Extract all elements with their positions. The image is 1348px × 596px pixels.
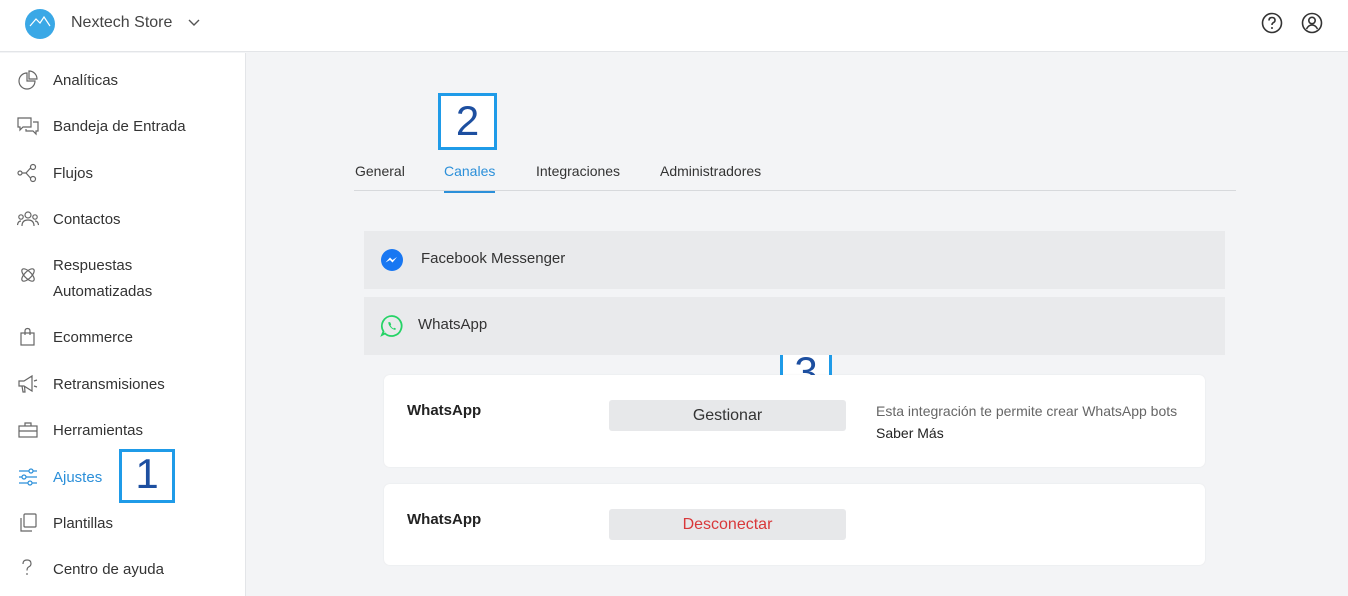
shopping-bag-icon bbox=[20, 327, 35, 346]
user-account-icon[interactable] bbox=[1301, 12, 1323, 34]
store-logo[interactable] bbox=[25, 9, 55, 39]
sidebar-item-label: Contactos bbox=[53, 211, 121, 228]
mountain-logo-icon bbox=[29, 15, 51, 27]
sidebar-item-label: Flujos bbox=[53, 165, 94, 182]
sidebar-item-ecommerce[interactable]: Ecommerce bbox=[0, 320, 245, 354]
flow-icon bbox=[17, 163, 37, 183]
settings-tabs: General Canales Integraciones Administra… bbox=[354, 150, 1236, 193]
sidebar-item-retransmisiones[interactable]: Retransmisiones bbox=[0, 367, 245, 401]
desconectar-button[interactable]: Desconectar bbox=[609, 509, 846, 540]
whatsapp-disconnect-card: WhatsApp Desconectar bbox=[384, 484, 1205, 565]
sidebar-item-plantillas[interactable]: Plantillas bbox=[0, 506, 245, 540]
sidebar-item-label: Retransmisiones bbox=[53, 376, 165, 393]
whatsapp-icon bbox=[380, 315, 403, 337]
card-title: WhatsApp bbox=[407, 402, 482, 419]
help-icon[interactable] bbox=[1261, 12, 1283, 34]
megaphone-icon bbox=[18, 374, 38, 393]
sidebar-item-bandeja[interactable]: Bandeja de Entrada bbox=[0, 109, 245, 143]
sidebar-item-analiticas[interactable]: Analíticas bbox=[0, 63, 245, 97]
atom-icon bbox=[21, 268, 35, 282]
channel-row-whatsapp[interactable]: WhatsApp bbox=[364, 297, 1225, 355]
chevron-down-icon[interactable] bbox=[187, 16, 201, 30]
sidebar-item-label-line2: Automatizadas bbox=[53, 283, 153, 300]
toolbox-icon bbox=[18, 422, 38, 438]
question-icon bbox=[22, 559, 32, 575]
tab-administradores[interactable]: Administradores bbox=[660, 163, 761, 191]
card-description: Esta integración te permite crear WhatsA… bbox=[876, 400, 1196, 444]
sidebar-item-label: Analíticas bbox=[53, 72, 119, 89]
sidebar-item-label: Respuestas bbox=[53, 257, 133, 274]
copy-icon bbox=[20, 513, 37, 532]
channel-row-messenger[interactable]: Facebook Messenger bbox=[364, 231, 1225, 289]
sidebar-item-label: Plantillas bbox=[53, 515, 114, 532]
annotation-badge-2: 2 bbox=[438, 93, 497, 150]
sidebar-item-label: Centro de ayuda bbox=[53, 561, 164, 578]
tab-integraciones[interactable]: Integraciones bbox=[536, 163, 620, 191]
gestionar-button[interactable]: Gestionar bbox=[609, 400, 846, 431]
tab-canales[interactable]: Canales bbox=[444, 163, 496, 193]
annotation-badge-1: 1 bbox=[119, 449, 175, 503]
saber-mas-link[interactable]: Saber Más bbox=[876, 425, 944, 441]
sidebar-item-label: Ajustes bbox=[53, 469, 103, 486]
card-title: WhatsApp bbox=[407, 511, 482, 528]
card-description-text: Esta integración te permite crear WhatsA… bbox=[876, 403, 1178, 419]
messenger-icon bbox=[381, 249, 403, 271]
sidebar-item-label: Herramientas bbox=[53, 422, 144, 439]
contacts-icon bbox=[17, 211, 39, 227]
sliders-icon bbox=[19, 468, 37, 486]
channel-label: Facebook Messenger bbox=[421, 250, 566, 267]
whatsapp-manage-card: WhatsApp Gestionar Esta integración te p… bbox=[384, 375, 1205, 467]
sidebar-item-label: Bandeja de Entrada bbox=[53, 118, 186, 135]
top-bar: Nextech Store bbox=[0, 0, 1348, 52]
sidebar-item-centro-de-ayuda[interactable]: Centro de ayuda bbox=[0, 552, 245, 586]
sidebar-item-herramientas[interactable]: Herramientas bbox=[0, 413, 245, 447]
sidebar-item-label: Ecommerce bbox=[53, 329, 134, 346]
sidebar-item-respuestas[interactable]: Respuestas Automatizadas bbox=[0, 248, 245, 302]
sidebar-item-contactos[interactable]: Contactos bbox=[0, 202, 245, 236]
sidebar-item-flujos[interactable]: Flujos bbox=[0, 156, 245, 190]
channel-label: WhatsApp bbox=[418, 316, 488, 333]
sidebar: Analíticas Bandeja de Entrada Flujos Con… bbox=[0, 53, 246, 596]
chat-icon bbox=[17, 117, 39, 136]
store-name[interactable]: Nextech Store bbox=[71, 14, 172, 32]
pie-chart-icon bbox=[18, 70, 38, 90]
tab-general[interactable]: General bbox=[355, 163, 405, 191]
